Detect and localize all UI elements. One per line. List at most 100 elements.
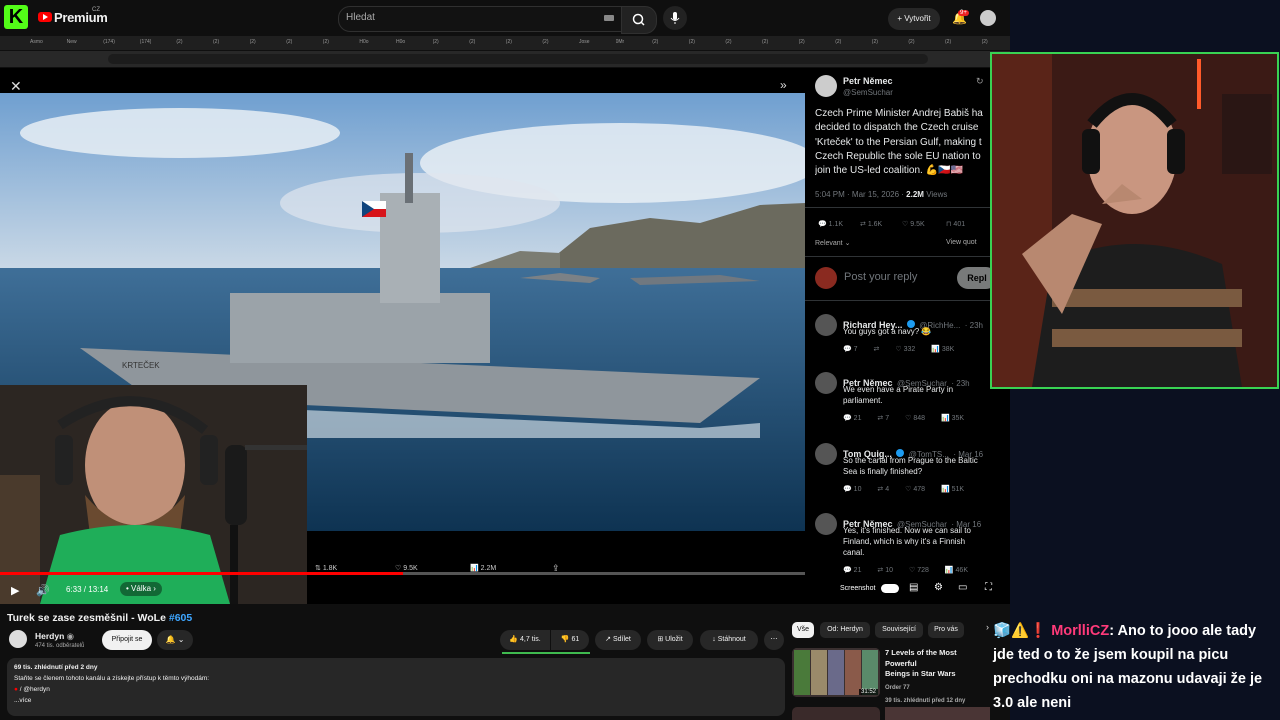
browser-tab[interactable]: (2) xyxy=(506,39,512,47)
reply-reply-icon[interactable]: 💬 xyxy=(843,567,854,574)
browser-tab[interactable]: (2) xyxy=(323,39,329,47)
recommendation-info[interactable]: 7 Levels of the Most Powerful Beings in … xyxy=(885,648,990,707)
save-button[interactable]: ⊞ Uložit xyxy=(647,630,693,650)
channel-avatar[interactable] xyxy=(9,630,27,648)
browser-tab[interactable]: (2) xyxy=(872,39,878,47)
reply-reply-icon[interactable]: 💬 xyxy=(843,415,854,422)
subscription-bell-dropdown[interactable]: 🔔 ⌄ xyxy=(157,630,193,650)
reply-views-icon[interactable]: 📊 xyxy=(941,415,952,422)
reply-views-icon[interactable]: 📊 xyxy=(941,486,952,493)
reply-body: We even have a Pirate Party in parliament… xyxy=(843,384,993,406)
reply-views-icon[interactable]: 📊 xyxy=(945,567,956,574)
browser-tab[interactable]: (2) xyxy=(176,39,182,47)
browser-tab[interactable]: (2) xyxy=(542,39,548,47)
like-button[interactable]: 👍 4,7 tis. xyxy=(500,630,550,650)
recommendation-thumbnail[interactable]: 31:52 xyxy=(792,648,880,697)
chip-related[interactable]: Související xyxy=(875,622,923,638)
description-link[interactable]: ● / @herdyn xyxy=(14,685,50,696)
browser-tab[interactable]: New xyxy=(67,39,77,47)
repost-count[interactable]: ⇄ 1.6K xyxy=(860,220,882,228)
browser-tab[interactable]: (2) xyxy=(286,39,292,47)
browser-tab[interactable]: (2) xyxy=(835,39,841,47)
account-avatar[interactable] xyxy=(980,10,996,26)
reply-input[interactable]: Post your reply xyxy=(844,271,917,283)
recommendation-info-next[interactable] xyxy=(885,707,990,720)
recommendation-thumbnail-next[interactable] xyxy=(792,707,880,720)
view-quotes-link[interactable]: View quot xyxy=(946,239,977,246)
browser-tab[interactable]: (2) xyxy=(945,39,951,47)
chapter-button[interactable]: • Válka › xyxy=(120,582,162,596)
download-button[interactable]: ↓ Stáhnout xyxy=(700,630,758,650)
video-hashtag[interactable]: #605 xyxy=(169,612,192,624)
reply-avatar[interactable] xyxy=(815,372,837,394)
expand-panel-chevron-icon[interactable]: » xyxy=(780,78,787,92)
like-count-label: 4,7 tis. xyxy=(520,636,541,643)
address-field[interactable] xyxy=(108,54,928,64)
fullscreen-icon[interactable]: ⛶ xyxy=(985,582,992,593)
miniplayer-icon[interactable]: ▭ xyxy=(958,582,967,593)
browser-tab[interactable]: (174) xyxy=(140,39,152,47)
share-button[interactable]: ↗ Sdílet xyxy=(595,630,641,650)
browser-tab[interactable]: 0Mr xyxy=(616,39,625,47)
browser-tab[interactable]: (2) xyxy=(982,39,988,47)
browser-tab[interactable]: (2) xyxy=(433,39,439,47)
tweet-author-handle[interactable]: @SemSuchar xyxy=(843,88,893,97)
channel-name[interactable]: Herdyn ◉ xyxy=(35,631,74,642)
browser-tab[interactable]: Jose xyxy=(579,39,590,47)
reply-reply-icon[interactable]: 💬 xyxy=(843,346,854,353)
description-link-text: / @herdyn xyxy=(19,686,50,693)
browser-tab[interactable]: (2) xyxy=(213,39,219,47)
browser-tab[interactable]: (2) xyxy=(689,39,695,47)
reply-repost-icon[interactable]: ⇄ xyxy=(874,346,882,353)
subtitles-icon[interactable]: ▤ xyxy=(909,582,918,593)
bookmark-count[interactable]: ⊓ 401 xyxy=(946,220,965,228)
tweet-author-name[interactable]: Petr Němec xyxy=(843,76,893,86)
browser-tab[interactable]: (2) xyxy=(250,39,256,47)
sort-relevant-dropdown[interactable]: Relevant ⌄ xyxy=(815,239,850,247)
description-box[interactable]: 69 tis. zhlédnutí před 2 dny Staňte se č… xyxy=(7,658,785,716)
chip-from-channel[interactable]: Od: Herdyn xyxy=(820,622,870,638)
reply-views-icon[interactable]: 📊 xyxy=(931,346,942,353)
create-button[interactable]: + Vytvořit xyxy=(888,8,940,30)
browser-tab[interactable]: H0o xyxy=(396,39,405,47)
voice-search-button[interactable] xyxy=(663,6,687,30)
browser-tab[interactable]: (2) xyxy=(469,39,475,47)
youtube-logo-icon[interactable] xyxy=(38,12,52,22)
webcam-right xyxy=(990,52,1279,389)
browser-tab[interactable]: H0o xyxy=(359,39,368,47)
reply-avatar[interactable] xyxy=(815,314,837,336)
settings-gear-icon[interactable]: ⚙ xyxy=(934,582,943,593)
reply-count[interactable]: 💬 1.1K xyxy=(818,220,843,228)
reply-avatar[interactable] xyxy=(815,513,837,535)
description-more[interactable]: ...více xyxy=(14,696,31,707)
kick-logo: K xyxy=(4,5,28,29)
tweet-author-avatar[interactable] xyxy=(815,75,837,97)
chip-all[interactable]: Vše xyxy=(792,622,814,638)
reply-avatar[interactable] xyxy=(815,443,837,465)
close-overlay-icon[interactable]: ✕ xyxy=(10,78,22,95)
search-button[interactable] xyxy=(621,6,657,34)
keyboard-icon[interactable] xyxy=(604,15,614,21)
browser-tab[interactable]: (2) xyxy=(725,39,731,47)
browser-tab[interactable]: (2) xyxy=(652,39,658,47)
browser-tab[interactable]: (2) xyxy=(908,39,914,47)
play-icon[interactable]: ▶ xyxy=(11,584,19,597)
reply-like-icon[interactable]: ♡ xyxy=(909,567,917,574)
search-input[interactable] xyxy=(338,6,622,32)
reply-like-icon[interactable]: ♡ xyxy=(895,346,903,353)
reply-stats: 💬 21 ⇄ 7 ♡ 848 📊 35K xyxy=(843,414,964,422)
refresh-icon[interactable]: ↻ xyxy=(976,76,984,87)
chips-next-chevron-icon[interactable]: › xyxy=(986,622,989,632)
browser-tab[interactable]: (2) xyxy=(799,39,805,47)
chip-for-you[interactable]: Pro vás xyxy=(928,622,964,638)
browser-tab[interactable]: (174) xyxy=(103,39,115,47)
browser-tab[interactable]: (2) xyxy=(762,39,768,47)
browser-tab[interactable]: Asmo xyxy=(30,39,43,47)
reply-reply-icon[interactable]: 💬 xyxy=(843,486,854,493)
volume-icon[interactable]: 🔊 xyxy=(36,584,50,597)
like-count[interactable]: ♡ 9.5K xyxy=(902,220,925,228)
join-button[interactable]: Připojit se xyxy=(102,630,152,650)
dislike-button[interactable]: 👎 61 xyxy=(551,630,589,650)
more-actions-button[interactable]: ⋯ xyxy=(764,630,784,650)
screenshot-toggle[interactable] xyxy=(881,584,899,593)
